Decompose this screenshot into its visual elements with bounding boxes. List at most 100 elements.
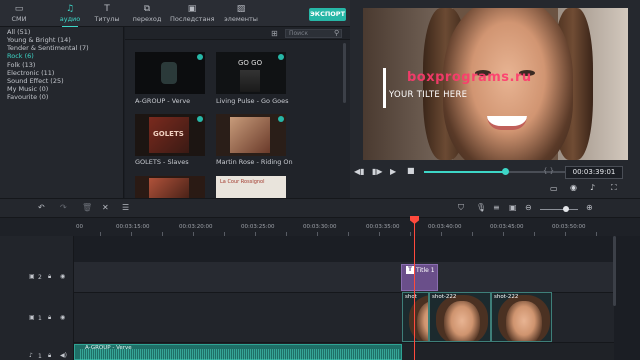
lock-icon[interactable]: 🔒︎: [48, 273, 51, 281]
download-icon: [278, 116, 284, 122]
search-icon[interactable]: ⚲: [334, 29, 339, 37]
ruler-tick-label: 00:03:20:00: [179, 224, 213, 230]
download-icon: [278, 54, 284, 60]
fit-icon[interactable]: ▣: [509, 203, 517, 212]
zoom-in-icon[interactable]: ⊕: [586, 203, 593, 212]
title-clip[interactable]: T Title 1: [401, 264, 438, 291]
track-video-2[interactable]: [74, 262, 614, 292]
play-icon[interactable]: ▶: [390, 167, 396, 176]
tab-label: элементы: [224, 15, 258, 23]
ruler-tick-label: 00:03:45:00: [490, 224, 524, 230]
transition-icon: ⧉: [143, 4, 151, 14]
effects-icon: ▣: [187, 4, 197, 14]
category-item[interactable]: Young & Bright (14): [7, 36, 71, 44]
track-video-icon: ▣: [29, 314, 35, 321]
category-item-active[interactable]: Rock (6): [7, 52, 34, 60]
lock-icon[interactable]: 🔒︎: [48, 352, 51, 360]
folder-icon: ▭: [14, 4, 24, 14]
track-header-column: ⧉ ▣ 2 🔒︎ ◉ ▣ 1 🔒︎ ◉ ♪ 1 🔒︎ ◀): [0, 218, 74, 360]
seek-bar-progress[interactable]: [424, 171, 505, 173]
library-item-caption: GOLETS - Slaves: [135, 158, 189, 166]
timeline-scrollbar[interactable]: [613, 236, 616, 306]
video-clip[interactable]: shot-222: [491, 292, 552, 342]
music-note-icon: ♫: [65, 4, 75, 14]
tab-titles[interactable]: T Титулы: [92, 3, 122, 24]
library-thumbnail[interactable]: [216, 114, 286, 156]
category-item[interactable]: Favourite (0): [7, 93, 48, 101]
speaker-icon[interactable]: ◀): [60, 352, 67, 359]
image-icon: ▨: [236, 4, 246, 14]
eye-icon[interactable]: ◉: [60, 314, 65, 321]
settings-icon[interactable]: ☰: [122, 203, 129, 212]
export-button[interactable]: ЭКСПОРТ: [309, 8, 346, 21]
thumbnail-text: GO GO: [238, 59, 263, 67]
audio-library: ⊞ Поиск ⚲ A-GROUP - Verve GO GO Living P…: [125, 27, 350, 198]
preview-panel: boxprograms.ru YOUR TILTE HERE ◀▮ ▮▶ ▶ ■…: [350, 0, 640, 198]
video-clip[interactable]: shot: [402, 292, 429, 342]
ruler-tick-label: 00:03:30:00: [303, 224, 337, 230]
tab-media[interactable]: ▭ СМИ: [4, 3, 34, 24]
microphone-icon[interactable]: 🎙: [476, 203, 486, 212]
lock-icon[interactable]: 🔒︎: [48, 314, 51, 322]
zoom-slider-handle[interactable]: [563, 206, 569, 212]
ruler-tick-label: 00:03:15:00: [116, 224, 150, 230]
clip-label: shot-222: [494, 294, 519, 300]
redo-icon[interactable]: ↷: [60, 203, 67, 212]
video-clip[interactable]: shot-222: [429, 292, 491, 342]
category-item[interactable]: My Music (0): [7, 85, 48, 93]
library-toolbar: ⊞ Поиск ⚲: [125, 27, 350, 40]
tab-label: переход: [132, 15, 162, 23]
grid-view-icon[interactable]: ⊞: [271, 29, 278, 38]
delete-icon[interactable]: 🗑: [82, 203, 92, 212]
tab-elements[interactable]: ▨ элементы: [224, 3, 258, 24]
track-audio-icon: ♪: [29, 352, 33, 359]
volume-icon[interactable]: ♪: [590, 183, 595, 192]
timeline-toolbar: ↶ ↷ 🗑 ✕ ☰ ⛉ 🎙 ≡ ▣ ⊖ ⊕: [0, 198, 640, 218]
category-item[interactable]: All (51): [7, 28, 30, 36]
library-thumbnail[interactable]: [135, 176, 205, 198]
playhead-line[interactable]: [414, 222, 415, 360]
library-thumbnail[interactable]: La Cour Rossignol: [216, 176, 286, 198]
snapshot-icon[interactable]: ◉: [570, 183, 577, 192]
library-thumbnail[interactable]: GOLETS: [135, 114, 205, 156]
thumbnail-text: GOLETS: [153, 130, 184, 138]
undo-icon[interactable]: ↶: [38, 203, 45, 212]
title-accent-bar: [383, 68, 386, 108]
tab-label: Титулы: [94, 15, 120, 23]
preview-frame: boxprograms.ru YOUR TILTE HERE: [363, 8, 628, 160]
cut-icon[interactable]: ✕: [102, 203, 109, 212]
category-item[interactable]: Folk (13): [7, 61, 35, 69]
ruler-tick-label: 00:03:50:00: [552, 224, 586, 230]
category-item[interactable]: Tender & Sentimental (7): [7, 44, 89, 52]
shield-icon[interactable]: ⛉: [458, 203, 464, 213]
zoom-slider-track[interactable]: [540, 209, 578, 210]
ruler-tick-label: 00:03:35:00: [366, 224, 400, 230]
audio-waveform: [80, 349, 400, 360]
library-thumbnail[interactable]: [135, 52, 205, 94]
mixer-icon[interactable]: ≡: [493, 203, 500, 212]
category-item[interactable]: Electronic (11): [7, 69, 54, 77]
library-scrollbar[interactable]: [343, 43, 346, 103]
track-number: 1: [38, 353, 42, 360]
zoom-out-icon[interactable]: ⊖: [525, 203, 532, 212]
tab-audio[interactable]: ♫ аудио: [56, 3, 84, 28]
step-frame-icon[interactable]: ▮▶: [372, 167, 383, 176]
tab-effects[interactable]: ▣ Последстаня: [170, 3, 215, 24]
eye-icon[interactable]: ◉: [60, 273, 65, 280]
monitor-icon[interactable]: ▭: [550, 184, 558, 193]
prev-frame-icon[interactable]: ◀▮: [354, 167, 365, 176]
media-tabs-bar: ▭ СМИ ♫ аудио T Титулы ⧉ переход ▣ После…: [0, 0, 350, 28]
fullscreen-icon[interactable]: ⛶: [611, 183, 617, 193]
download-icon: [197, 54, 203, 60]
track-video-icon: ▣: [29, 273, 35, 280]
text-icon: T: [104, 4, 110, 14]
clip-label: shot: [405, 294, 417, 300]
category-item[interactable]: Sound Effect (25): [7, 77, 64, 85]
seek-handle[interactable]: [502, 168, 509, 175]
marker-brackets[interactable]: { }: [543, 167, 554, 175]
stop-icon[interactable]: ■: [407, 166, 415, 175]
overlay-title-text[interactable]: YOUR TILTE HERE: [389, 90, 467, 100]
tab-transitions[interactable]: ⧉ переход: [131, 3, 163, 24]
library-thumbnail[interactable]: GO GO: [216, 52, 286, 94]
tab-label: СМИ: [11, 15, 27, 23]
